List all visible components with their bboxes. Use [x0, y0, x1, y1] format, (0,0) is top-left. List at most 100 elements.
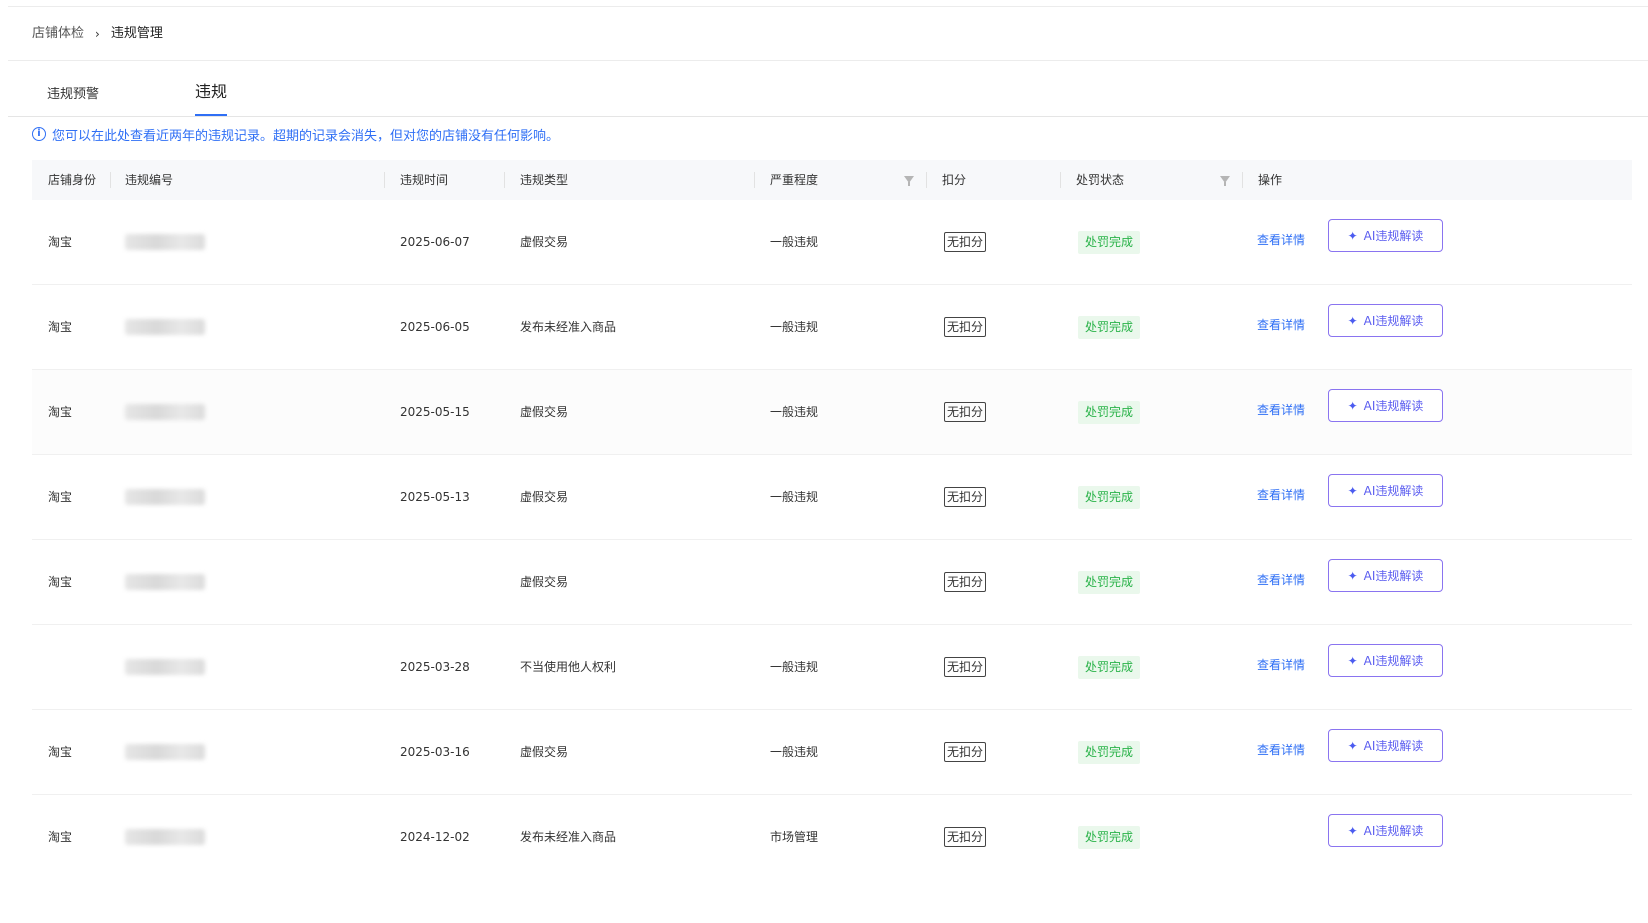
- table-row: 淘宝 2024-12-02 发布未经准入商品 市场管理 无扣分 处罚完成 ✦ A…: [32, 795, 1632, 880]
- status-badge: 处罚完成: [1078, 571, 1141, 594]
- cell-severity: 一般违规: [770, 405, 819, 419]
- header-violation-time: 违规时间: [400, 173, 449, 187]
- cell-violation-time: 2025-05-15: [400, 405, 470, 419]
- view-details-link[interactable]: 查看详情: [1257, 285, 1305, 370]
- status-badge: 处罚完成: [1078, 316, 1141, 339]
- ai-interpret-button[interactable]: ✦ AI违规解读: [1328, 474, 1443, 507]
- tab-violation-warning[interactable]: 违规预警: [47, 85, 99, 105]
- cell-store-identity: 淘宝: [48, 490, 73, 504]
- severity-filter-icon[interactable]: [904, 176, 914, 186]
- header-penalty-status: 处罚状态: [1076, 173, 1125, 187]
- deduction-tag: 无扣分: [944, 317, 987, 337]
- violation-number-redacted: [125, 829, 205, 845]
- breadcrumb: 店铺体检 › 违规管理: [32, 24, 163, 44]
- status-badge: 处罚完成: [1078, 656, 1141, 679]
- ai-interpret-label: AI违规解读: [1363, 739, 1424, 753]
- violation-number-redacted: [125, 574, 205, 590]
- column-divider: [754, 172, 755, 188]
- sparkle-icon: ✦: [1347, 823, 1358, 838]
- sparkle-icon: ✦: [1347, 228, 1358, 243]
- top-divider: [8, 6, 1648, 7]
- view-details-link[interactable]: 查看详情: [1257, 200, 1305, 285]
- cell-store-identity: 淘宝: [48, 745, 73, 759]
- table-body: 淘宝 2025-06-07 虚假交易 一般违规 无扣分 处罚完成 查看详情 ✦ …: [32, 200, 1632, 880]
- deduction-tag: 无扣分: [944, 402, 987, 422]
- view-details-link[interactable]: 查看详情: [1257, 540, 1305, 625]
- ai-interpret-label: AI违规解读: [1363, 229, 1424, 243]
- deduction-tag: 无扣分: [944, 232, 987, 252]
- table-header: 店铺身份 违规编号 违规时间 违规类型 严重程度 扣分 处罚状态 操作: [32, 160, 1632, 200]
- cell-violation-time: 2025-05-13: [400, 490, 470, 504]
- cell-violation-type: 虚假交易: [520, 235, 569, 249]
- view-details-link[interactable]: 查看详情: [1257, 710, 1305, 795]
- column-divider: [504, 172, 505, 188]
- violations-table: 店铺身份 违规编号 违规时间 违规类型 严重程度 扣分 处罚状态 操作 淘宝 2…: [32, 160, 1632, 880]
- cell-severity: 一般违规: [770, 490, 819, 504]
- sparkle-icon: ✦: [1347, 483, 1358, 498]
- ai-interpret-label: AI违规解读: [1363, 654, 1424, 668]
- sparkle-icon: ✦: [1347, 398, 1358, 413]
- violation-number-redacted: [125, 489, 205, 505]
- deduction-tag: 无扣分: [944, 487, 987, 507]
- violation-number-redacted: [125, 319, 205, 335]
- deduction-tag: 无扣分: [944, 572, 987, 592]
- ai-interpret-button[interactable]: ✦ AI违规解读: [1328, 559, 1443, 592]
- deduction-tag: 无扣分: [944, 742, 987, 762]
- header-violation-number: 违规编号: [125, 173, 174, 187]
- status-badge: 处罚完成: [1078, 741, 1141, 764]
- status-filter-icon[interactable]: [1220, 176, 1230, 186]
- ai-interpret-label: AI违规解读: [1363, 314, 1424, 328]
- header-deduction: 扣分: [942, 173, 967, 187]
- chevron-right-icon: ›: [95, 27, 100, 41]
- tab-bar: 违规预警 违规: [0, 60, 1648, 118]
- tab-violations[interactable]: 违规: [195, 82, 227, 102]
- view-details-link[interactable]: 查看详情: [1257, 625, 1305, 710]
- header-violation-type: 违规类型: [520, 173, 569, 187]
- cell-severity: 一般违规: [770, 320, 819, 334]
- ai-interpret-label: AI违规解读: [1363, 484, 1424, 498]
- column-divider: [384, 172, 385, 188]
- deduction-tag: 无扣分: [944, 657, 987, 677]
- column-divider: [1242, 172, 1243, 188]
- breadcrumb-store-checkup[interactable]: 店铺体检: [32, 24, 84, 44]
- status-badge: 处罚完成: [1078, 401, 1141, 424]
- table-row: 淘宝 2025-05-13 虚假交易 一般违规 无扣分 处罚完成 查看详情 ✦ …: [32, 455, 1632, 540]
- cell-store-identity: 淘宝: [48, 405, 73, 419]
- ai-interpret-button[interactable]: ✦ AI违规解读: [1328, 389, 1443, 422]
- table-row: 淘宝 2025-05-15 虚假交易 一般违规 无扣分 处罚完成 查看详情 ✦ …: [32, 370, 1632, 455]
- ai-interpret-label: AI违规解读: [1363, 824, 1424, 838]
- header-severity: 严重程度: [770, 173, 819, 187]
- table-row: 淘宝 2025-03-16 虚假交易 一般违规 无扣分 处罚完成 查看详情 ✦ …: [32, 710, 1632, 795]
- info-icon: i: [32, 127, 46, 141]
- cell-violation-type: 虚假交易: [520, 575, 569, 589]
- status-badge: 处罚完成: [1078, 826, 1141, 849]
- ai-interpret-button[interactable]: ✦ AI违规解读: [1328, 304, 1443, 337]
- ai-interpret-button[interactable]: ✦ AI违规解读: [1328, 814, 1443, 847]
- ai-interpret-label: AI违规解读: [1363, 399, 1424, 413]
- sparkle-icon: ✦: [1347, 568, 1358, 583]
- sparkle-icon: ✦: [1347, 738, 1358, 753]
- header-store-identity: 店铺身份: [48, 173, 97, 187]
- cell-violation-time: 2025-06-07: [400, 235, 470, 249]
- cell-violation-type: 发布未经准入商品: [520, 830, 617, 844]
- cell-violation-time: 2025-06-05: [400, 320, 470, 334]
- ai-interpret-button[interactable]: ✦ AI违规解读: [1328, 729, 1443, 762]
- column-divider: [1060, 172, 1061, 188]
- status-badge: 处罚完成: [1078, 231, 1141, 254]
- view-details-link[interactable]: 查看详情: [1257, 455, 1305, 540]
- view-details-link[interactable]: 查看详情: [1257, 370, 1305, 455]
- violation-number-redacted: [125, 744, 205, 760]
- ai-interpret-button[interactable]: ✦ AI违规解读: [1328, 644, 1443, 677]
- cell-severity: 市场管理: [770, 830, 819, 844]
- cell-severity: 一般违规: [770, 235, 819, 249]
- notice-text: 您可以在此处查看近两年的违规记录。超期的记录会消失，但对您的店铺没有任何影响。: [52, 128, 560, 144]
- column-divider: [110, 172, 111, 188]
- ai-interpret-button[interactable]: ✦ AI违规解读: [1328, 219, 1443, 252]
- table-row: 淘宝 2025-06-05 发布未经准入商品 一般违规 无扣分 处罚完成 查看详…: [32, 285, 1632, 370]
- violation-number-redacted: [125, 404, 205, 420]
- table-row: 淘宝 虚假交易 无扣分 处罚完成 查看详情 ✦ AI违规解读: [32, 540, 1632, 625]
- cell-violation-time: 2025-03-28: [400, 660, 470, 674]
- violation-number-redacted: [125, 659, 205, 675]
- breadcrumb-current: 违规管理: [110, 26, 163, 41]
- cell-store-identity: 淘宝: [48, 320, 73, 334]
